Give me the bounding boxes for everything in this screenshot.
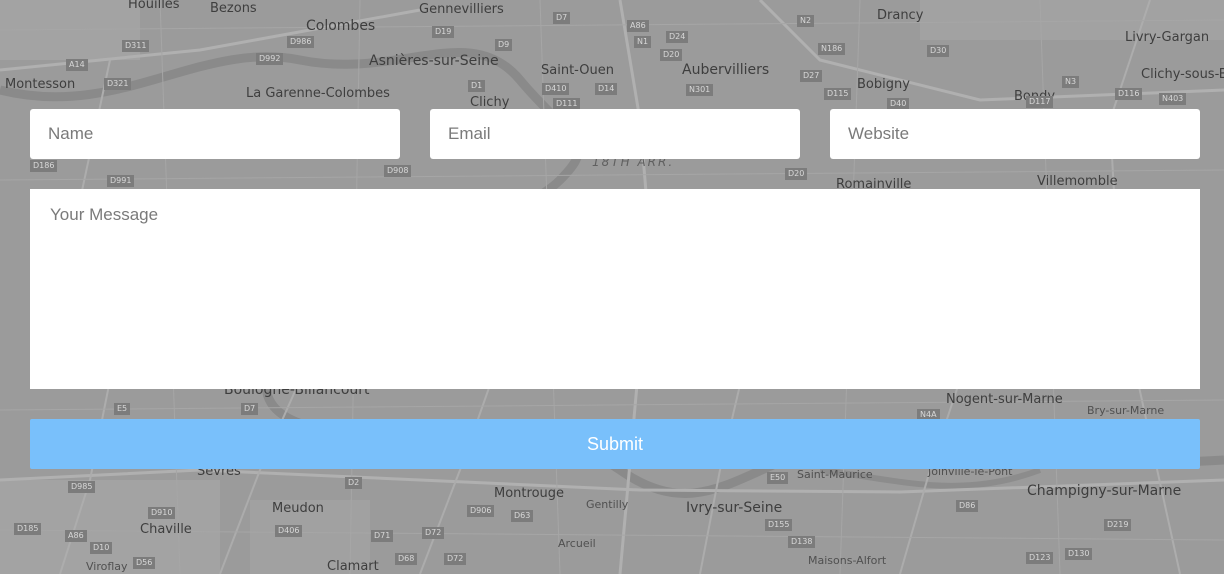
map-label-saint-ouen: Saint-Ouen: [541, 63, 614, 78]
map-label-houilles: Houilles: [128, 0, 180, 12]
map-road-tag: D123: [1026, 552, 1054, 564]
map-road-tag: D155: [765, 519, 793, 531]
map-label-aubervilliers: Aubervilliers: [682, 62, 770, 78]
map-road-tag: D986: [287, 36, 315, 48]
message-textarea[interactable]: [30, 189, 1200, 389]
map-label-saint-maurice: Saint-Maurice: [797, 468, 873, 481]
map-road-tag: A14: [66, 59, 88, 71]
map-road-tag: A86: [65, 530, 87, 542]
map-label-chaville: Chaville: [140, 522, 192, 537]
map-label-nogent-sur-marne: Nogent-sur-Marne: [946, 392, 1063, 407]
map-road-tag: N186: [818, 43, 846, 55]
map-road-tag: D7: [553, 12, 571, 24]
map-road-tag: D406: [275, 525, 303, 537]
map-road-tag: D71: [371, 530, 394, 542]
website-input[interactable]: [830, 109, 1200, 159]
contact-section: Houilles Bezons Colombes Gennevilliers D…: [0, 0, 1224, 574]
map-road-tag: D30: [927, 45, 950, 57]
map-road-tag: D7: [241, 403, 259, 415]
map-road-tag: D1: [468, 80, 486, 92]
map-road-tag: D906: [467, 505, 495, 517]
map-road-tag: D86: [956, 500, 979, 512]
map-road-tag: D321: [104, 78, 132, 90]
map-road-tag: N1: [634, 36, 652, 48]
map-road-tag: D116: [1115, 88, 1143, 100]
email-input[interactable]: [430, 109, 800, 159]
map-label-arcueil: Arcueil: [558, 537, 596, 550]
map-road-tag: D115: [824, 88, 852, 100]
map-label-montesson: Montesson: [5, 77, 76, 92]
map-label-gentilly: Gentilly: [586, 498, 629, 511]
map-label-clichy-sous-bois: Clichy-sous-Bois: [1141, 67, 1224, 82]
map-label-meudon: Meudon: [272, 501, 324, 516]
map-label-colombes: Colombes: [306, 18, 376, 34]
map-label-gennevilliers: Gennevilliers: [419, 2, 504, 17]
map-road-tag: D72: [444, 553, 467, 565]
map-road-tag: D56: [133, 557, 156, 569]
map-road-tag: D10: [90, 542, 113, 554]
map-road-tag: D992: [256, 53, 284, 65]
map-road-tag: E50: [767, 472, 789, 484]
map-label-bry-sur-marne: Bry-sur-Marne: [1087, 404, 1165, 417]
map-road-tag: D9: [495, 39, 513, 51]
map-road-tag: D72: [422, 527, 445, 539]
map-road-tag: D20: [785, 168, 808, 180]
name-input[interactable]: [30, 109, 400, 159]
map-label-clamart: Clamart: [327, 559, 379, 574]
map-road-tag: D20: [660, 49, 683, 61]
map-road-tag: D311: [122, 40, 150, 52]
submit-button[interactable]: Submit: [30, 419, 1200, 469]
map-label-drancy: Drancy: [877, 8, 924, 23]
map-road-tag: D63: [511, 510, 534, 522]
map-road-tag: D219: [1104, 519, 1132, 531]
map-label-montrouge: Montrouge: [494, 486, 565, 501]
map-road-tag: A86: [627, 20, 649, 32]
map-road-tag: D185: [14, 523, 42, 535]
map-road-tag: D186: [30, 160, 58, 172]
map-label-viroflay: Viroflay: [86, 560, 128, 573]
map-label-asnieres: Asnières-sur-Seine: [369, 53, 499, 69]
map-label-maisons-alfort: Maisons-Alfort: [808, 554, 887, 567]
map-label-livry-gargan: Livry-Gargan: [1125, 30, 1210, 45]
map-road-tag: N3: [1062, 76, 1080, 88]
map-label-la-garenne-colombes: La Garenne-Colombes: [246, 86, 390, 101]
map-road-tag: E5: [114, 403, 131, 415]
map-label-clichy: Clichy: [470, 95, 510, 110]
map-label-champigny-sur-marne: Champigny-sur-Marne: [1027, 483, 1182, 499]
map-road-tag: D410: [542, 83, 570, 95]
map-road-tag: N2: [797, 15, 815, 27]
map-label-villemomble: Villemomble: [1037, 174, 1118, 189]
map-label-bezons: Bezons: [210, 1, 257, 16]
map-road-tag: N403: [1159, 93, 1187, 105]
map-road-tag: D14: [595, 83, 618, 95]
map-label-ivry-sur-seine: Ivry-sur-Seine: [686, 500, 783, 516]
map-road-tag: D27: [800, 70, 823, 82]
map-road-tag: N301: [686, 84, 714, 96]
map-road-tag: D2: [345, 477, 363, 489]
map-road-tag: D117: [1026, 96, 1054, 108]
map-road-tag: D985: [68, 481, 96, 493]
map-road-tag: D68: [395, 553, 418, 565]
map-road-tag: D908: [384, 165, 412, 177]
map-road-tag: D19: [432, 26, 455, 38]
map-road-tag: D130: [1065, 548, 1093, 560]
map-road-tag: D910: [148, 507, 176, 519]
map-road-tag: D138: [788, 536, 816, 548]
map-label-bobigny: Bobigny: [857, 77, 910, 92]
map-road-tag: D991: [107, 175, 135, 187]
map-road-tag: D24: [666, 31, 689, 43]
